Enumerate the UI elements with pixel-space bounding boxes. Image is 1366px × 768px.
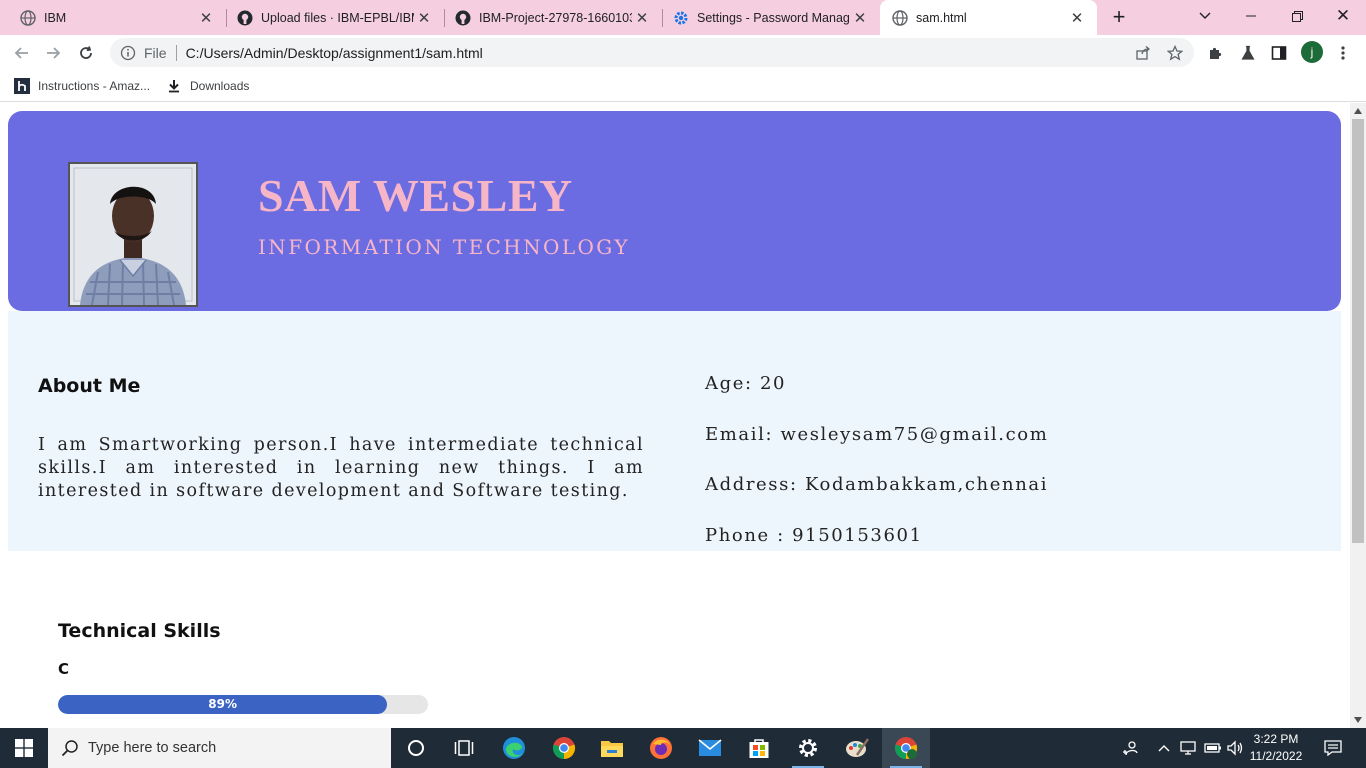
tab-title: Upload files · IBM-EPBL/IBM- bbox=[261, 10, 414, 25]
address-bar[interactable]: File C:/Users/Admin/Desktop/assignment1/… bbox=[110, 38, 1194, 67]
skill-name-c: C bbox=[58, 660, 70, 678]
page-scrollbar[interactable] bbox=[1350, 103, 1366, 728]
windows-start-icon[interactable] bbox=[0, 728, 48, 768]
profile-photo bbox=[68, 162, 198, 307]
store-icon[interactable] bbox=[735, 728, 783, 768]
browser-tab-upload-files[interactable]: Upload files · IBM-EPBL/IBM- ✕ bbox=[227, 0, 444, 35]
task-view-icon[interactable] bbox=[440, 728, 488, 768]
profile-avatar[interactable]: j bbox=[1301, 41, 1323, 63]
tab-close-icon[interactable]: ✕ bbox=[196, 8, 216, 28]
notifications-icon[interactable] bbox=[1320, 728, 1346, 768]
browser-tab-sam-html[interactable]: sam.html ✕ bbox=[880, 0, 1097, 35]
profile-role: INFORMATION TECHNOLOGY bbox=[258, 235, 630, 259]
settings-gear-icon bbox=[673, 10, 689, 26]
globe-icon bbox=[892, 9, 908, 26]
mail-icon[interactable] bbox=[686, 728, 734, 768]
bookmark-label: Instructions - Amaz... bbox=[38, 79, 151, 93]
network-icon[interactable] bbox=[1178, 728, 1200, 768]
share-icon[interactable] bbox=[1130, 40, 1156, 66]
globe-icon bbox=[20, 9, 36, 26]
settings-gear-icon[interactable] bbox=[784, 728, 832, 768]
bookmark-label: Downloads bbox=[190, 79, 250, 93]
paint-icon[interactable] bbox=[833, 728, 881, 768]
tab-title: IBM-Project-27978-1660103 bbox=[479, 10, 632, 25]
new-tab-plus-icon[interactable]: + bbox=[1106, 5, 1132, 31]
edge-icon[interactable] bbox=[490, 728, 538, 768]
bookmark-instructions[interactable]: Instructions - Amaz... bbox=[14, 76, 150, 96]
taskbar-clock[interactable]: 3:22 PM 11/2/2022 bbox=[1244, 731, 1308, 765]
scroll-up-arrow-icon[interactable] bbox=[1350, 103, 1366, 119]
tab-title: sam.html bbox=[916, 10, 967, 25]
browser-tab-settings[interactable]: Settings - Password Manager ✕ bbox=[663, 0, 880, 35]
minimize-icon[interactable] bbox=[1228, 0, 1274, 32]
browser-tab-ibm-project[interactable]: IBM-Project-27978-1660103 ✕ bbox=[445, 0, 662, 35]
scroll-down-arrow-icon[interactable] bbox=[1350, 712, 1366, 728]
side-panel-icon[interactable] bbox=[1266, 40, 1292, 66]
scrollbar-thumb[interactable] bbox=[1352, 119, 1364, 543]
skill-progress-fill: 89% bbox=[58, 695, 388, 714]
about-paragraph: I am Smartworking person.I have intermed… bbox=[38, 435, 644, 501]
tray-chevron-up-icon[interactable] bbox=[1154, 728, 1174, 768]
page-viewport: SAM WESLEY INFORMATION TECHNOLOGY About … bbox=[0, 103, 1350, 728]
tab-close-icon[interactable]: ✕ bbox=[414, 8, 434, 28]
url-scheme-label: File bbox=[144, 44, 167, 61]
info-icon[interactable] bbox=[120, 45, 136, 61]
bookmarks-bar: Instructions - Amaz... Downloads bbox=[0, 70, 1366, 102]
tab-search-chevron-icon[interactable] bbox=[1182, 0, 1228, 32]
search-placeholder: Type here to search bbox=[88, 740, 217, 756]
url-text[interactable]: C:/Users/Admin/Desktop/assignment1/sam.h… bbox=[186, 45, 1130, 61]
tab-close-icon[interactable]: ✕ bbox=[632, 8, 652, 28]
contact-phone: Phone : 9150153601 bbox=[705, 525, 923, 546]
browser-tab-strip: IBM ✕ Upload files · IBM-EPBL/IBM- ✕ IBM… bbox=[0, 0, 1366, 35]
h-bookmark-icon bbox=[14, 78, 30, 94]
browser-tab-ibm[interactable]: IBM ✕ bbox=[0, 0, 226, 35]
close-window-icon[interactable]: ✕ bbox=[1320, 0, 1366, 32]
github-icon bbox=[455, 10, 471, 26]
github-icon bbox=[237, 10, 253, 26]
clock-date: 11/2/2022 bbox=[1249, 749, 1303, 763]
back-arrow-icon[interactable] bbox=[8, 39, 36, 67]
chrome-active-icon[interactable] bbox=[882, 728, 930, 768]
battery-icon[interactable] bbox=[1202, 728, 1224, 768]
volume-icon[interactable] bbox=[1224, 728, 1246, 768]
forward-arrow-icon[interactable] bbox=[39, 39, 67, 67]
bookmark-downloads[interactable]: Downloads bbox=[166, 76, 249, 96]
skills-heading: Technical Skills bbox=[58, 620, 221, 642]
people-icon[interactable] bbox=[1118, 728, 1142, 768]
taskbar-search-box[interactable]: Type here to search bbox=[48, 728, 391, 768]
windows-taskbar: Type here to search 3:22 PM 11/2/2022 bbox=[0, 728, 1366, 768]
cortana-icon[interactable] bbox=[392, 728, 440, 768]
about-heading: About Me bbox=[38, 375, 141, 397]
file-explorer-icon[interactable] bbox=[588, 728, 636, 768]
contact-email: Email: wesleysam75@gmail.com bbox=[705, 424, 1049, 445]
bookmark-star-icon[interactable] bbox=[1162, 40, 1188, 66]
profile-name: SAM WESLEY bbox=[258, 170, 573, 221]
address-divider bbox=[175, 44, 177, 61]
labs-flask-icon[interactable] bbox=[1235, 40, 1261, 66]
contact-age: Age: 20 bbox=[705, 373, 787, 394]
contact-address: Address: Kodambakkam,chennai bbox=[705, 474, 1049, 495]
clock-time: 3:22 PM bbox=[1253, 732, 1299, 746]
firefox-icon[interactable] bbox=[637, 728, 685, 768]
tab-title: Settings - Password Manager bbox=[697, 10, 850, 25]
about-section: About Me I am Smartworking person.I have… bbox=[8, 311, 1341, 551]
tab-close-icon[interactable]: ✕ bbox=[1067, 8, 1087, 28]
tab-close-icon[interactable]: ✕ bbox=[850, 8, 870, 28]
browser-toolbar: File C:/Users/Admin/Desktop/assignment1/… bbox=[0, 35, 1366, 70]
download-icon bbox=[166, 78, 182, 94]
search-icon bbox=[60, 738, 80, 758]
chrome-icon[interactable] bbox=[540, 728, 588, 768]
profile-header: SAM WESLEY INFORMATION TECHNOLOGY bbox=[8, 111, 1341, 311]
restore-icon[interactable] bbox=[1274, 0, 1320, 32]
kebab-menu-icon[interactable] bbox=[1330, 40, 1356, 66]
skill-progress-track: 89% bbox=[58, 695, 428, 714]
extensions-puzzle-icon[interactable] bbox=[1203, 40, 1229, 66]
tab-title: IBM bbox=[44, 10, 67, 25]
reload-icon[interactable] bbox=[72, 39, 100, 67]
